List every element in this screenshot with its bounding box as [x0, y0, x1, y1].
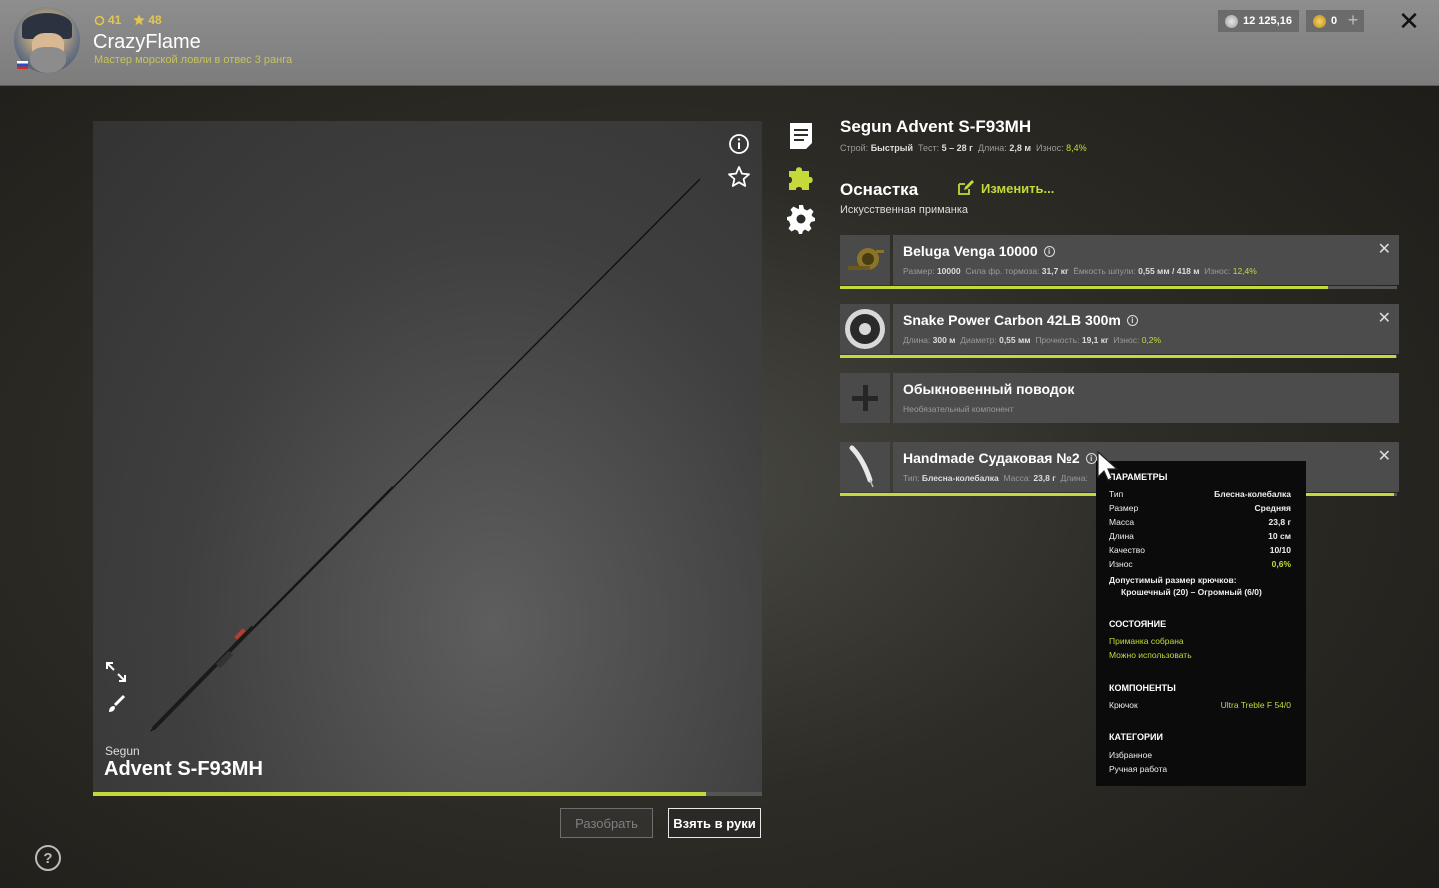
level-circle-icon	[94, 15, 105, 25]
level-badge: 41	[94, 13, 121, 27]
categories-title: КАТЕГОРИИ	[1109, 732, 1163, 742]
remove-reel-button[interactable]: ✕	[1378, 239, 1391, 259]
rod-model: Advent S-F93MH	[104, 758, 263, 780]
silver-balance: 12 125,16	[1218, 10, 1299, 32]
top-bar: 41 48 CrazyFlame Мастер морской ловли в …	[0, 0, 1439, 86]
take-in-hands-button[interactable]: Взять в руки	[668, 808, 761, 838]
change-tackle-button[interactable]: Изменить...	[957, 180, 1054, 196]
tackle-title: Оснастка	[840, 180, 919, 199]
add-currency-button[interactable]: +	[1342, 10, 1364, 32]
param-row: Тип Блесна-колебалка	[1109, 489, 1291, 499]
reel-slot[interactable]: Beluga Venga 10000 i Размер: 10000 Сила ф…	[840, 235, 1399, 289]
expand-icon[interactable]	[105, 661, 127, 683]
leader-slot[interactable]: Обыкновенный поводок Необязательный комп…	[840, 373, 1399, 423]
rod-condition-fill	[93, 792, 706, 796]
reel-desc: Размер: 10000 Сила фр. тормоза: 31,7 кг …	[903, 266, 1257, 276]
gold-value: 0	[1331, 15, 1338, 27]
param-row: Качество 10/10	[1109, 545, 1291, 555]
disassemble-button[interactable]: Разобрать	[560, 808, 653, 838]
rod-image	[150, 178, 701, 732]
state-item: Можно использовать	[1109, 650, 1192, 660]
close-button[interactable]: ✕	[1397, 8, 1421, 34]
lure-name: Handmade Судаковая №2	[903, 450, 1080, 466]
state-title: СОСТОЯНИЕ	[1109, 619, 1167, 629]
favorite-star-icon[interactable]	[727, 165, 751, 189]
username[interactable]: CrazyFlame	[93, 31, 201, 54]
description-icon[interactable]	[786, 121, 816, 151]
param-row: Размер Средняя	[1109, 503, 1291, 513]
star-level-badge: 48	[133, 13, 162, 27]
line-slot[interactable]: Snake Power Carbon 42LB 300m i Длина: 300…	[840, 304, 1399, 358]
reel-condition-bar	[840, 286, 1397, 289]
info-icon[interactable]: i	[1043, 245, 1055, 257]
paint-brush-icon[interactable]	[105, 693, 127, 715]
settings-gear-icon[interactable]	[786, 204, 816, 234]
param-row: Масса 23,8 г	[1109, 517, 1291, 527]
category-item: Ручная работа	[1109, 764, 1168, 774]
level-value: 41	[108, 13, 122, 27]
leader-name: Обыкновенный поводок	[903, 381, 1075, 397]
player-levels: 41 48	[94, 13, 162, 27]
info-icon[interactable]: i	[1126, 314, 1138, 326]
rod-condition-bar	[93, 792, 762, 796]
edit-icon	[958, 180, 974, 195]
mouse-cursor-icon	[1097, 451, 1119, 481]
star-icon	[133, 14, 145, 26]
silver-coin-icon	[1225, 14, 1238, 28]
component-row: Крючок Ultra Treble F 54/0	[1109, 700, 1291, 710]
help-icon[interactable]: ?	[34, 844, 62, 872]
remove-line-button[interactable]: ✕	[1378, 308, 1391, 328]
lure-desc: Тип: Блесна-колебалка Масса: 23,8 г Длин…	[903, 473, 1088, 483]
reel-thumbnail	[840, 235, 890, 285]
hook-size-label: Допустимый размер крючков:	[1109, 575, 1237, 585]
info-icon[interactable]	[727, 132, 751, 156]
rod-title: Segun Advent S-F93MH	[840, 117, 1032, 136]
components-title: КОМПОНЕНТЫ	[1109, 683, 1176, 693]
silver-value: 12 125,16	[1243, 15, 1292, 27]
category-item: Избранное	[1109, 750, 1153, 760]
lure-thumbnail	[840, 442, 890, 492]
rank-title: Мастер морской ловли в отвес 3 ранга	[94, 54, 293, 66]
svg-text:?: ?	[43, 850, 52, 867]
leader-desc: Необязательный компонент	[903, 404, 1014, 414]
param-row: Износ 0,6%	[1109, 559, 1291, 569]
lure-tooltip: ПАРАМЕТРЫ Тип Блесна-колебалка Размер Сред…	[1096, 461, 1306, 786]
rod-preview-panel[interactable]: Segun Advent S-F93MH	[93, 121, 762, 793]
rod-brand: Segun	[105, 744, 140, 758]
hook-size-value: Крошечный (20) – Огромный (6/0)	[1121, 587, 1262, 597]
tackle-subtitle: Искусственная приманка	[840, 204, 969, 216]
line-condition-bar	[840, 355, 1397, 358]
star-level-value: 48	[148, 13, 162, 27]
tackle-puzzle-icon[interactable]	[786, 162, 816, 192]
param-row: Длина 10 см	[1109, 531, 1291, 541]
rod-specs: Строй: Быстрый Тест: 5 – 28 г Длина: 2,8…	[840, 143, 1087, 153]
remove-lure-button[interactable]: ✕	[1378, 446, 1391, 466]
line-name: Snake Power Carbon 42LB 300m	[903, 312, 1121, 328]
gold-coin-icon	[1313, 14, 1326, 28]
add-leader-icon[interactable]	[840, 373, 890, 423]
country-flag-icon	[17, 61, 28, 69]
reel-name: Beluga Venga 10000	[903, 243, 1038, 259]
line-thumbnail	[840, 304, 890, 354]
gold-balance: 0	[1306, 10, 1345, 32]
line-desc: Длина: 300 м Диаметр: 0,55 мм Прочность:…	[903, 335, 1162, 345]
state-item: Приманка собрана	[1109, 636, 1184, 646]
